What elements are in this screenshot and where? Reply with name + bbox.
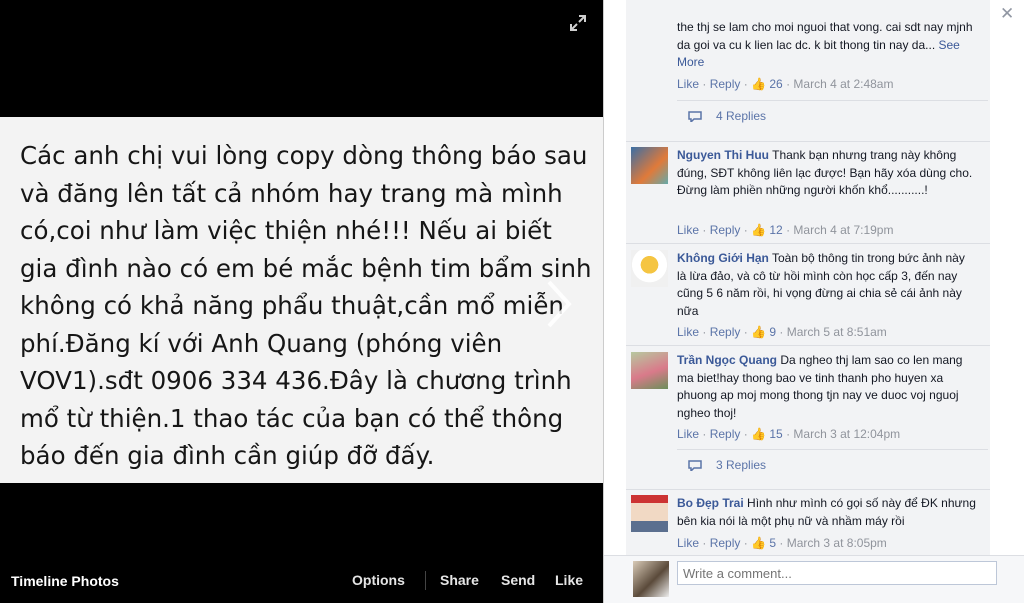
separator-dot: ·	[779, 325, 784, 339]
comment-author[interactable]: Trần Ngọc Quang	[677, 353, 777, 367]
comment-body: Không Giới Hạn Toàn bộ thông tin trong b…	[677, 250, 977, 320]
reply-link[interactable]: Reply	[710, 427, 741, 441]
divider	[425, 571, 426, 590]
separator-dot: ·	[779, 536, 784, 550]
reply-link[interactable]: Reply	[710, 325, 741, 339]
comment-meta: Like · Reply · 👍 9 · March 5 at 8:51am	[677, 325, 887, 339]
comment-time[interactable]: March 3 at 12:04pm	[793, 427, 900, 441]
comment-time[interactable]: March 5 at 8:51am	[787, 325, 887, 339]
like-link[interactable]: Like	[677, 536, 699, 550]
like-count[interactable]: 5	[769, 536, 776, 550]
photo-viewer: Các anh chị vui lòng copy dòng thông báo…	[0, 0, 603, 603]
replies-label[interactable]: 3 Replies	[716, 458, 766, 472]
thumbs-up-icon: 👍	[751, 536, 767, 550]
album-title[interactable]: Timeline Photos	[11, 573, 119, 589]
like-button[interactable]: Like	[555, 572, 583, 588]
comment-meta: Like · Reply · 👍 5 · March 3 at 8:05pm	[677, 536, 887, 550]
thumbs-up-icon: 👍	[751, 325, 767, 339]
photo-bottom-bar: Timeline Photos Options Share Send Like	[0, 560, 603, 603]
scrollbar[interactable]	[1012, 0, 1023, 555]
comment-time[interactable]: March 3 at 8:05pm	[787, 536, 887, 550]
photo-caption-text: Các anh chị vui lòng copy dòng thông báo…	[20, 141, 592, 470]
comments-pane: ✕ the thj se lam cho moi nguoi that vong…	[603, 0, 1024, 603]
replies-label[interactable]: 4 Replies	[716, 109, 766, 123]
like-link[interactable]: Like	[677, 427, 699, 441]
comment-author[interactable]: Nguyen Thi Huu	[677, 148, 769, 162]
like-link[interactable]: Like	[677, 325, 699, 339]
comment-meta: Like · Reply · 👍 12 · March 4 at 7:19pm	[677, 223, 893, 237]
comment-body: Bo Đẹp Trai Hình như mình có gọi số này …	[677, 495, 977, 530]
replies-toggle[interactable]: 3 Replies	[677, 449, 988, 481]
comment-composer	[604, 555, 1024, 603]
separator-dot: ·	[743, 325, 748, 339]
send-button[interactable]: Send	[501, 572, 535, 588]
comment-list[interactable]: the thj se lam cho moi nguoi that vong. …	[626, 0, 990, 555]
separator-dot: ·	[702, 536, 707, 550]
like-link[interactable]: Like	[677, 223, 699, 237]
like-count[interactable]: 15	[769, 427, 782, 441]
separator-dot: ·	[743, 536, 748, 550]
replies-toggle[interactable]: 4 Replies	[677, 100, 988, 132]
thumbs-up-icon: 👍	[751, 427, 767, 441]
speech-bubble-icon	[688, 111, 702, 122]
like-count[interactable]: 12	[769, 223, 782, 237]
separator-dot: ·	[786, 77, 791, 91]
like-count[interactable]: 9	[769, 325, 776, 339]
avatar[interactable]	[631, 495, 668, 532]
comment-body: Nguyen Thi Huu Thank bạn nhưng trang này…	[677, 147, 977, 200]
separator-dot: ·	[743, 427, 748, 441]
divider	[626, 489, 990, 490]
reply-link[interactable]: Reply	[710, 77, 741, 91]
avatar	[633, 561, 669, 597]
comment-meta: Like · Reply · 👍 26 · March 4 at 2:48am	[677, 77, 893, 91]
reply-link[interactable]: Reply	[710, 223, 741, 237]
divider	[626, 243, 990, 244]
divider	[626, 345, 990, 346]
thumbs-up-icon: 👍	[751, 223, 767, 237]
comment-body: the thj se lam cho moi nguoi that vong. …	[677, 19, 977, 72]
comment-author[interactable]: Không Giới Hạn	[677, 251, 769, 265]
separator-dot: ·	[786, 223, 791, 237]
separator-dot: ·	[743, 223, 748, 237]
divider	[626, 141, 990, 142]
photo-image: Các anh chị vui lòng copy dòng thông báo…	[0, 117, 603, 483]
comment-body: Trần Ngọc Quang Da ngheo thj lam sao co …	[677, 352, 977, 422]
comment-input[interactable]	[677, 561, 997, 585]
avatar[interactable]	[631, 250, 668, 287]
reply-link[interactable]: Reply	[710, 536, 741, 550]
share-button[interactable]: Share	[440, 572, 479, 588]
separator-dot: ·	[702, 325, 707, 339]
comment-time[interactable]: March 4 at 7:19pm	[793, 223, 893, 237]
like-link[interactable]: Like	[677, 77, 699, 91]
avatar[interactable]	[631, 352, 668, 389]
avatar[interactable]	[631, 147, 668, 184]
speech-bubble-icon	[688, 460, 702, 471]
separator-dot: ·	[702, 223, 707, 237]
like-count[interactable]: 26	[769, 77, 782, 91]
separator-dot: ·	[786, 427, 791, 441]
separator-dot: ·	[743, 77, 748, 91]
expand-icon[interactable]	[569, 14, 587, 32]
comment-text: the thj se lam cho moi nguoi that vong. …	[677, 20, 973, 52]
comment-time[interactable]: March 4 at 2:48am	[793, 77, 893, 91]
thumbs-up-icon: 👍	[751, 77, 767, 91]
chevron-right-icon[interactable]	[543, 278, 575, 330]
comment-author[interactable]: Bo Đẹp Trai	[677, 496, 744, 510]
options-button[interactable]: Options	[352, 572, 405, 588]
comment-meta: Like · Reply · 👍 15 · March 3 at 12:04pm	[677, 427, 900, 441]
separator-dot: ·	[702, 427, 707, 441]
separator-dot: ·	[702, 77, 707, 91]
